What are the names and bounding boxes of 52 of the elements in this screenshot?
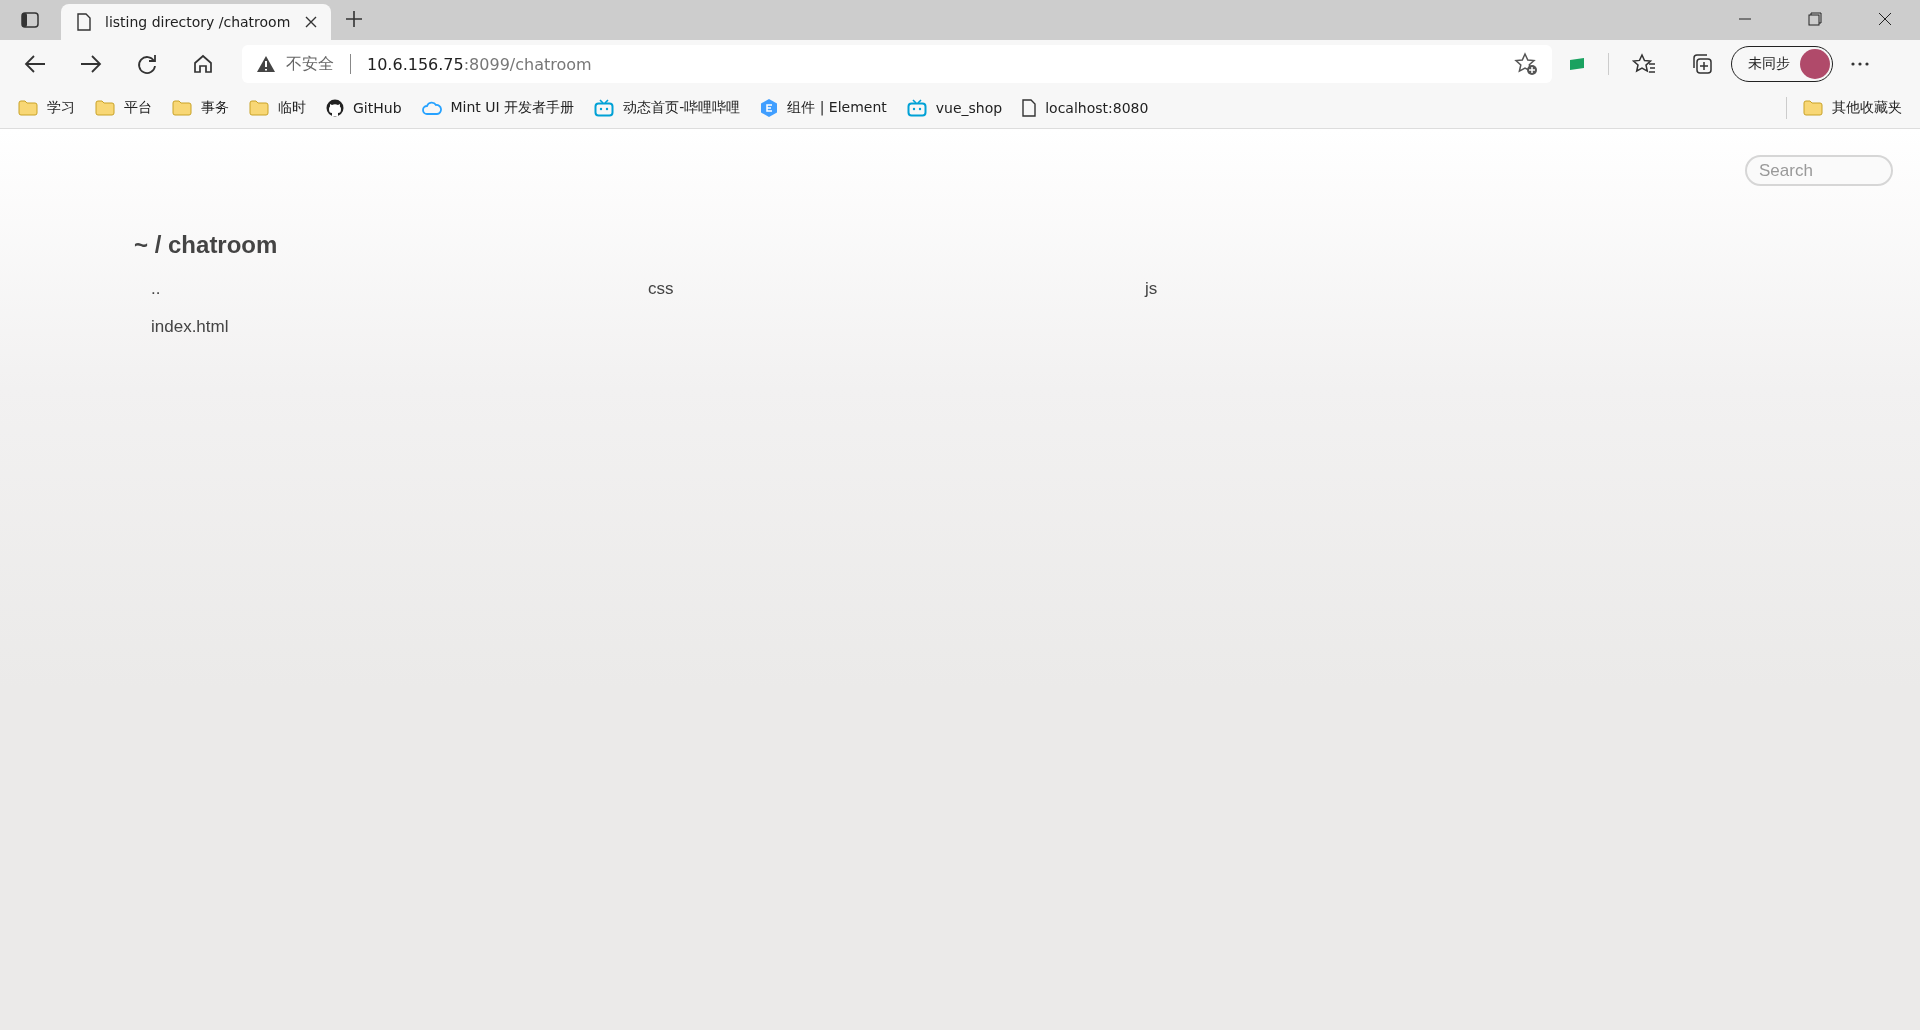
address-bar[interactable]: 不安全 10.6.156.75:8099/chatroom <box>242 45 1552 83</box>
cloud-icon <box>421 101 442 115</box>
search-field[interactable]: Search <box>1745 155 1893 186</box>
security-label: 不安全 <box>286 53 334 75</box>
close-icon[interactable] <box>305 16 317 28</box>
restore-icon[interactable] <box>1808 12 1822 26</box>
folder-icon <box>249 100 269 116</box>
folder-icon <box>172 100 192 116</box>
browser-tab[interactable]: listing directory /chatroom <box>61 4 331 40</box>
file-link[interactable]: css <box>648 279 674 299</box>
profile-button[interactable]: 未同步 <box>1731 46 1833 82</box>
bookmark-item[interactable]: 平台 <box>95 99 152 117</box>
tab-title: listing directory /chatroom <box>105 14 291 30</box>
folder-icon <box>95 100 115 116</box>
file-link[interactable]: index.html <box>151 317 229 337</box>
other-favorites-item[interactable]: 其他收藏夹 <box>1803 99 1902 117</box>
page-icon <box>1022 99 1037 117</box>
folder-icon <box>1803 100 1823 116</box>
collections-icon[interactable] <box>1690 52 1714 76</box>
bookmark-item[interactable]: 事务 <box>172 99 229 117</box>
bookmark-item[interactable]: Mint UI 开发者手册 <box>421 99 575 117</box>
folder-icon <box>18 100 38 116</box>
sync-label: 未同步 <box>1748 55 1790 73</box>
close-icon[interactable] <box>1878 12 1892 26</box>
tv-icon <box>906 99 927 117</box>
favorites-icon[interactable] <box>1632 53 1656 75</box>
bookmark-item[interactable]: GitHub <box>326 99 402 117</box>
tab-actions-icon[interactable] <box>21 12 39 28</box>
home-icon[interactable] <box>192 53 214 75</box>
directory-heading: ~ / chatroom <box>134 231 279 259</box>
url-text: 10.6.156.75:8099/chatroom <box>367 54 592 74</box>
bookmark-item[interactable]: 临时 <box>249 99 306 117</box>
page-icon <box>77 13 91 31</box>
github-icon <box>326 99 344 117</box>
forward-icon[interactable] <box>80 54 102 74</box>
bookmark-item[interactable]: localhost:8080 <box>1022 99 1149 117</box>
warning-icon <box>256 55 276 73</box>
more-icon[interactable] <box>1850 61 1870 67</box>
refresh-icon[interactable] <box>136 53 158 75</box>
file-link[interactable]: .. <box>151 279 161 299</box>
extension-icon[interactable] <box>1569 57 1585 71</box>
bookmark-item[interactable]: vue_shop <box>906 99 1003 117</box>
add-favorite-icon[interactable] <box>1514 52 1538 76</box>
new-tab-icon[interactable] <box>345 10 363 28</box>
tv-icon <box>594 99 615 117</box>
bookmark-item[interactable]: 学习 <box>18 99 75 117</box>
bookmark-item[interactable]: 组件 | Element <box>760 98 887 118</box>
bookmark-item[interactable]: 动态首页-哔哩哔哩 <box>594 99 741 117</box>
hexagon-icon <box>760 98 779 118</box>
file-link[interactable]: js <box>1145 279 1158 299</box>
back-icon[interactable] <box>24 54 46 74</box>
avatar <box>1800 49 1830 79</box>
